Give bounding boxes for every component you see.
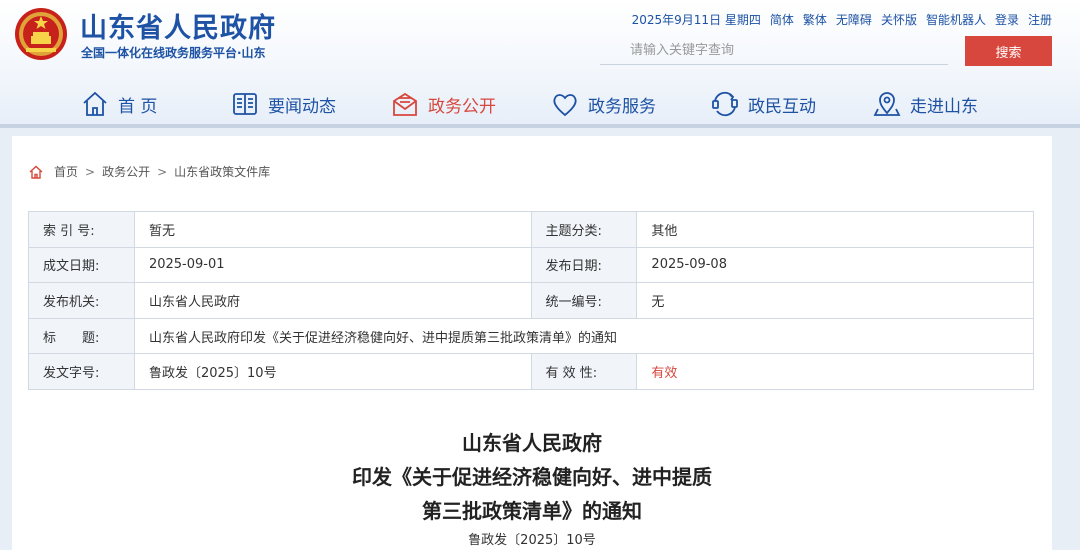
site-header: 山东省人民政府 全国一体化在线政务服务平台·山东 2025年9月11日 星期四 … (0, 0, 1080, 128)
link-simplified[interactable]: 简体 (770, 11, 794, 28)
document-title-line: 第三批政策清单》的通知 (422, 499, 642, 523)
table-row: 成文日期: 2025-09-01 发布日期: 2025-09-08 (28, 246, 1034, 284)
link-robot[interactable]: 智能机器人 (926, 11, 986, 28)
meta-value: 鲁政发〔2025〕10号 (133, 353, 532, 390)
nav-label: 要闻动态 (268, 96, 336, 117)
meta-label: 成文日期: (28, 246, 135, 284)
meta-label: 发文字号: (28, 353, 135, 390)
validity-status: 有效 (636, 353, 1034, 390)
nav-label: 首 页 (118, 96, 158, 117)
table-row: 发文字号: 鲁政发〔2025〕10号 有 效 性: 有效 (28, 353, 1034, 390)
meta-label: 发布日期: (530, 246, 638, 284)
main-nav: 首 页 要闻动态 政务公开 政务服务 政民互动 走进山东 (0, 84, 1080, 124)
mail-icon (393, 92, 417, 116)
meta-label: 发布机关: (28, 282, 135, 319)
current-date: 2025年9月11日 星期四 (631, 13, 761, 27)
meta-value: 2025-09-08 (636, 246, 1034, 284)
meta-value: 2025-09-01 (133, 246, 532, 284)
link-register[interactable]: 注册 (1028, 11, 1052, 28)
document-title-line: 山东省人民政府 (462, 431, 602, 455)
meta-value: 山东省人民政府 (133, 282, 532, 319)
nav-item-open-affairs[interactable]: 政务公开 (390, 84, 496, 124)
nav-divider (0, 124, 1080, 128)
content-panel: 首页 > 政务公开 > 山东省政策文件库 索 引 号: 暂无 主题分类: 其他 … (12, 136, 1052, 550)
home-icon[interactable] (28, 164, 44, 180)
meta-label: 有 效 性: (530, 353, 638, 390)
nav-item-home[interactable]: 首 页 (80, 84, 157, 124)
breadcrumb-open-affairs[interactable]: 政务公开 (102, 163, 150, 180)
site-title[interactable]: 山东省人民政府 (80, 6, 276, 45)
national-emblem-icon (15, 8, 67, 60)
link-login[interactable]: 登录 (995, 11, 1019, 28)
nav-label: 政务公开 (428, 96, 496, 117)
meta-label: 主题分类: (530, 211, 638, 248)
meta-label: 标 题: (28, 317, 135, 355)
nav-label: 政民互动 (748, 96, 816, 117)
breadcrumb-separator: > (85, 164, 96, 179)
interaction-icon (712, 91, 738, 117)
breadcrumb-home[interactable]: 首页 (54, 163, 78, 180)
meta-label: 统一编号: (530, 282, 638, 319)
breadcrumb-separator: > (157, 164, 168, 179)
home-icon (83, 91, 107, 116)
breadcrumb: 首页 > 政务公开 > 山东省政策文件库 (28, 163, 270, 180)
nav-item-shandong[interactable]: 走进山东 (872, 84, 978, 124)
heart-icon (553, 94, 577, 117)
meta-value: 暂无 (133, 211, 532, 248)
table-row: 索 引 号: 暂无 主题分类: 其他 (28, 211, 1034, 248)
meta-label: 索 引 号: (28, 211, 135, 248)
meta-value: 无 (636, 282, 1034, 319)
table-row: 发布机关: 山东省人民政府 统一编号: 无 (28, 282, 1034, 319)
nav-item-services[interactable]: 政务服务 (550, 84, 656, 124)
site-subtitle: 全国一体化在线政务服务平台·山东 (81, 46, 266, 60)
nav-item-interaction[interactable]: 政民互动 (710, 84, 816, 124)
link-care-version[interactable]: 关怀版 (881, 11, 917, 28)
nav-label: 政务服务 (588, 96, 656, 117)
meta-value-title: 山东省人民政府印发《关于促进经济稳健向好、进中提质第三批政策清单》的通知 (133, 317, 1035, 355)
top-links: 2025年9月11日 星期四 简体 繁体 无障碍 关怀版 智能机器人 登录 注册 (632, 11, 1052, 28)
document-meta-table: 索 引 号: 暂无 主题分类: 其他 成文日期: 2025-09-01 发布日期… (28, 211, 1035, 390)
meta-value: 其他 (636, 211, 1034, 248)
link-accessibility[interactable]: 无障碍 (836, 11, 872, 28)
breadcrumb-policy-library[interactable]: 山东省政策文件库 (174, 163, 270, 180)
table-row: 标 题: 山东省人民政府印发《关于促进经济稳健向好、进中提质第三批政策清单》的通… (28, 317, 1035, 355)
newspaper-icon (233, 93, 257, 115)
map-pin-icon (873, 92, 901, 116)
search-button[interactable]: 搜索 (965, 36, 1052, 66)
document-number: 鲁政发〔2025〕10号 (468, 533, 596, 548)
link-traditional[interactable]: 繁体 (803, 11, 827, 28)
nav-item-news[interactable]: 要闻动态 (230, 84, 336, 124)
search-input[interactable] (600, 37, 948, 65)
document-title-line: 印发《关于促进经济稳健向好、进中提质 (352, 465, 712, 489)
nav-label: 走进山东 (910, 96, 978, 117)
